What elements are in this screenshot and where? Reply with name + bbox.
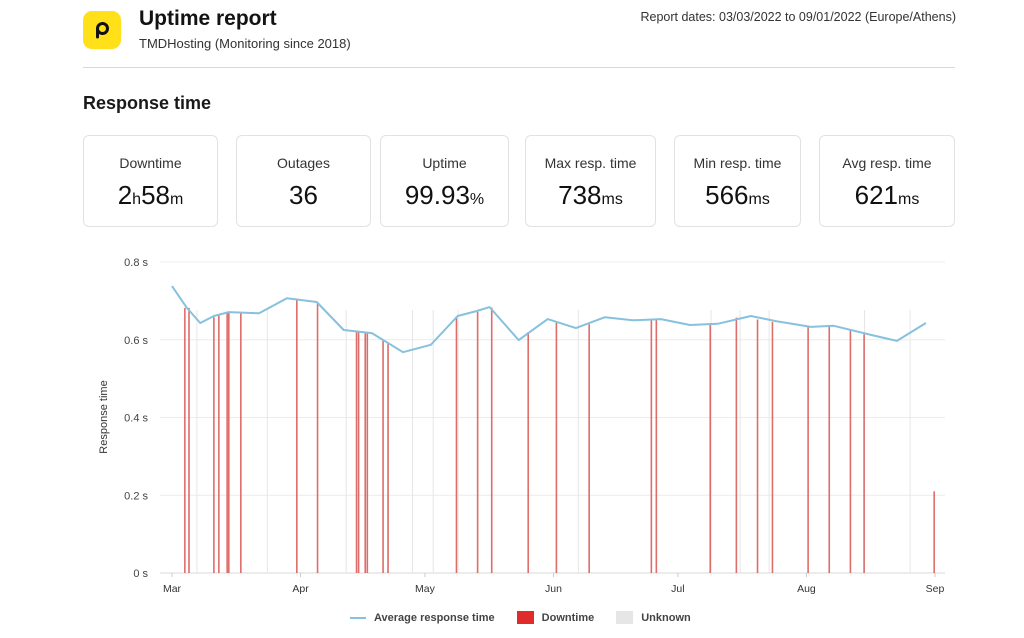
average-response-time-line <box>171 285 927 354</box>
y-axis-label: Response time <box>98 380 110 453</box>
x-tick-label: Jul <box>671 583 684 595</box>
x-tick-label: Aug <box>797 583 816 595</box>
x-tick-label: Sep <box>926 583 945 595</box>
y-tick-label: 0.6 s <box>124 335 148 347</box>
legend-item-unknown[interactable]: Unknown <box>616 611 691 624</box>
x-tick-label: May <box>415 583 436 595</box>
line-swatch <box>350 616 366 619</box>
x-tick-label: Mar <box>163 583 182 595</box>
unknown-swatch <box>616 611 634 624</box>
x-tick-label: Jun <box>545 583 562 595</box>
legend-item-average[interactable]: Average response time <box>350 612 495 624</box>
legend-label-unknown: Unknown <box>641 611 691 624</box>
legend-label-average: Average response time <box>374 611 495 624</box>
downtime-swatch <box>516 611 534 624</box>
y-tick-label: 0 s <box>133 568 148 580</box>
legend-item-downtime[interactable]: Downtime <box>516 611 595 624</box>
y-tick-label: 0.4 s <box>124 413 148 425</box>
y-tick-label: 0.2 s <box>124 490 148 502</box>
x-tick-label: Apr <box>292 583 309 595</box>
legend-label-downtime: Downtime <box>541 611 595 624</box>
response-time-chart: 0 s 0.2 s 0.4 s 0.6 s 0.8 s Response time Mar A… <box>98 257 945 595</box>
y-tick-label: 0.8 s <box>124 257 148 269</box>
chart-legend: Average response time Downtime Unknown <box>350 611 713 624</box>
